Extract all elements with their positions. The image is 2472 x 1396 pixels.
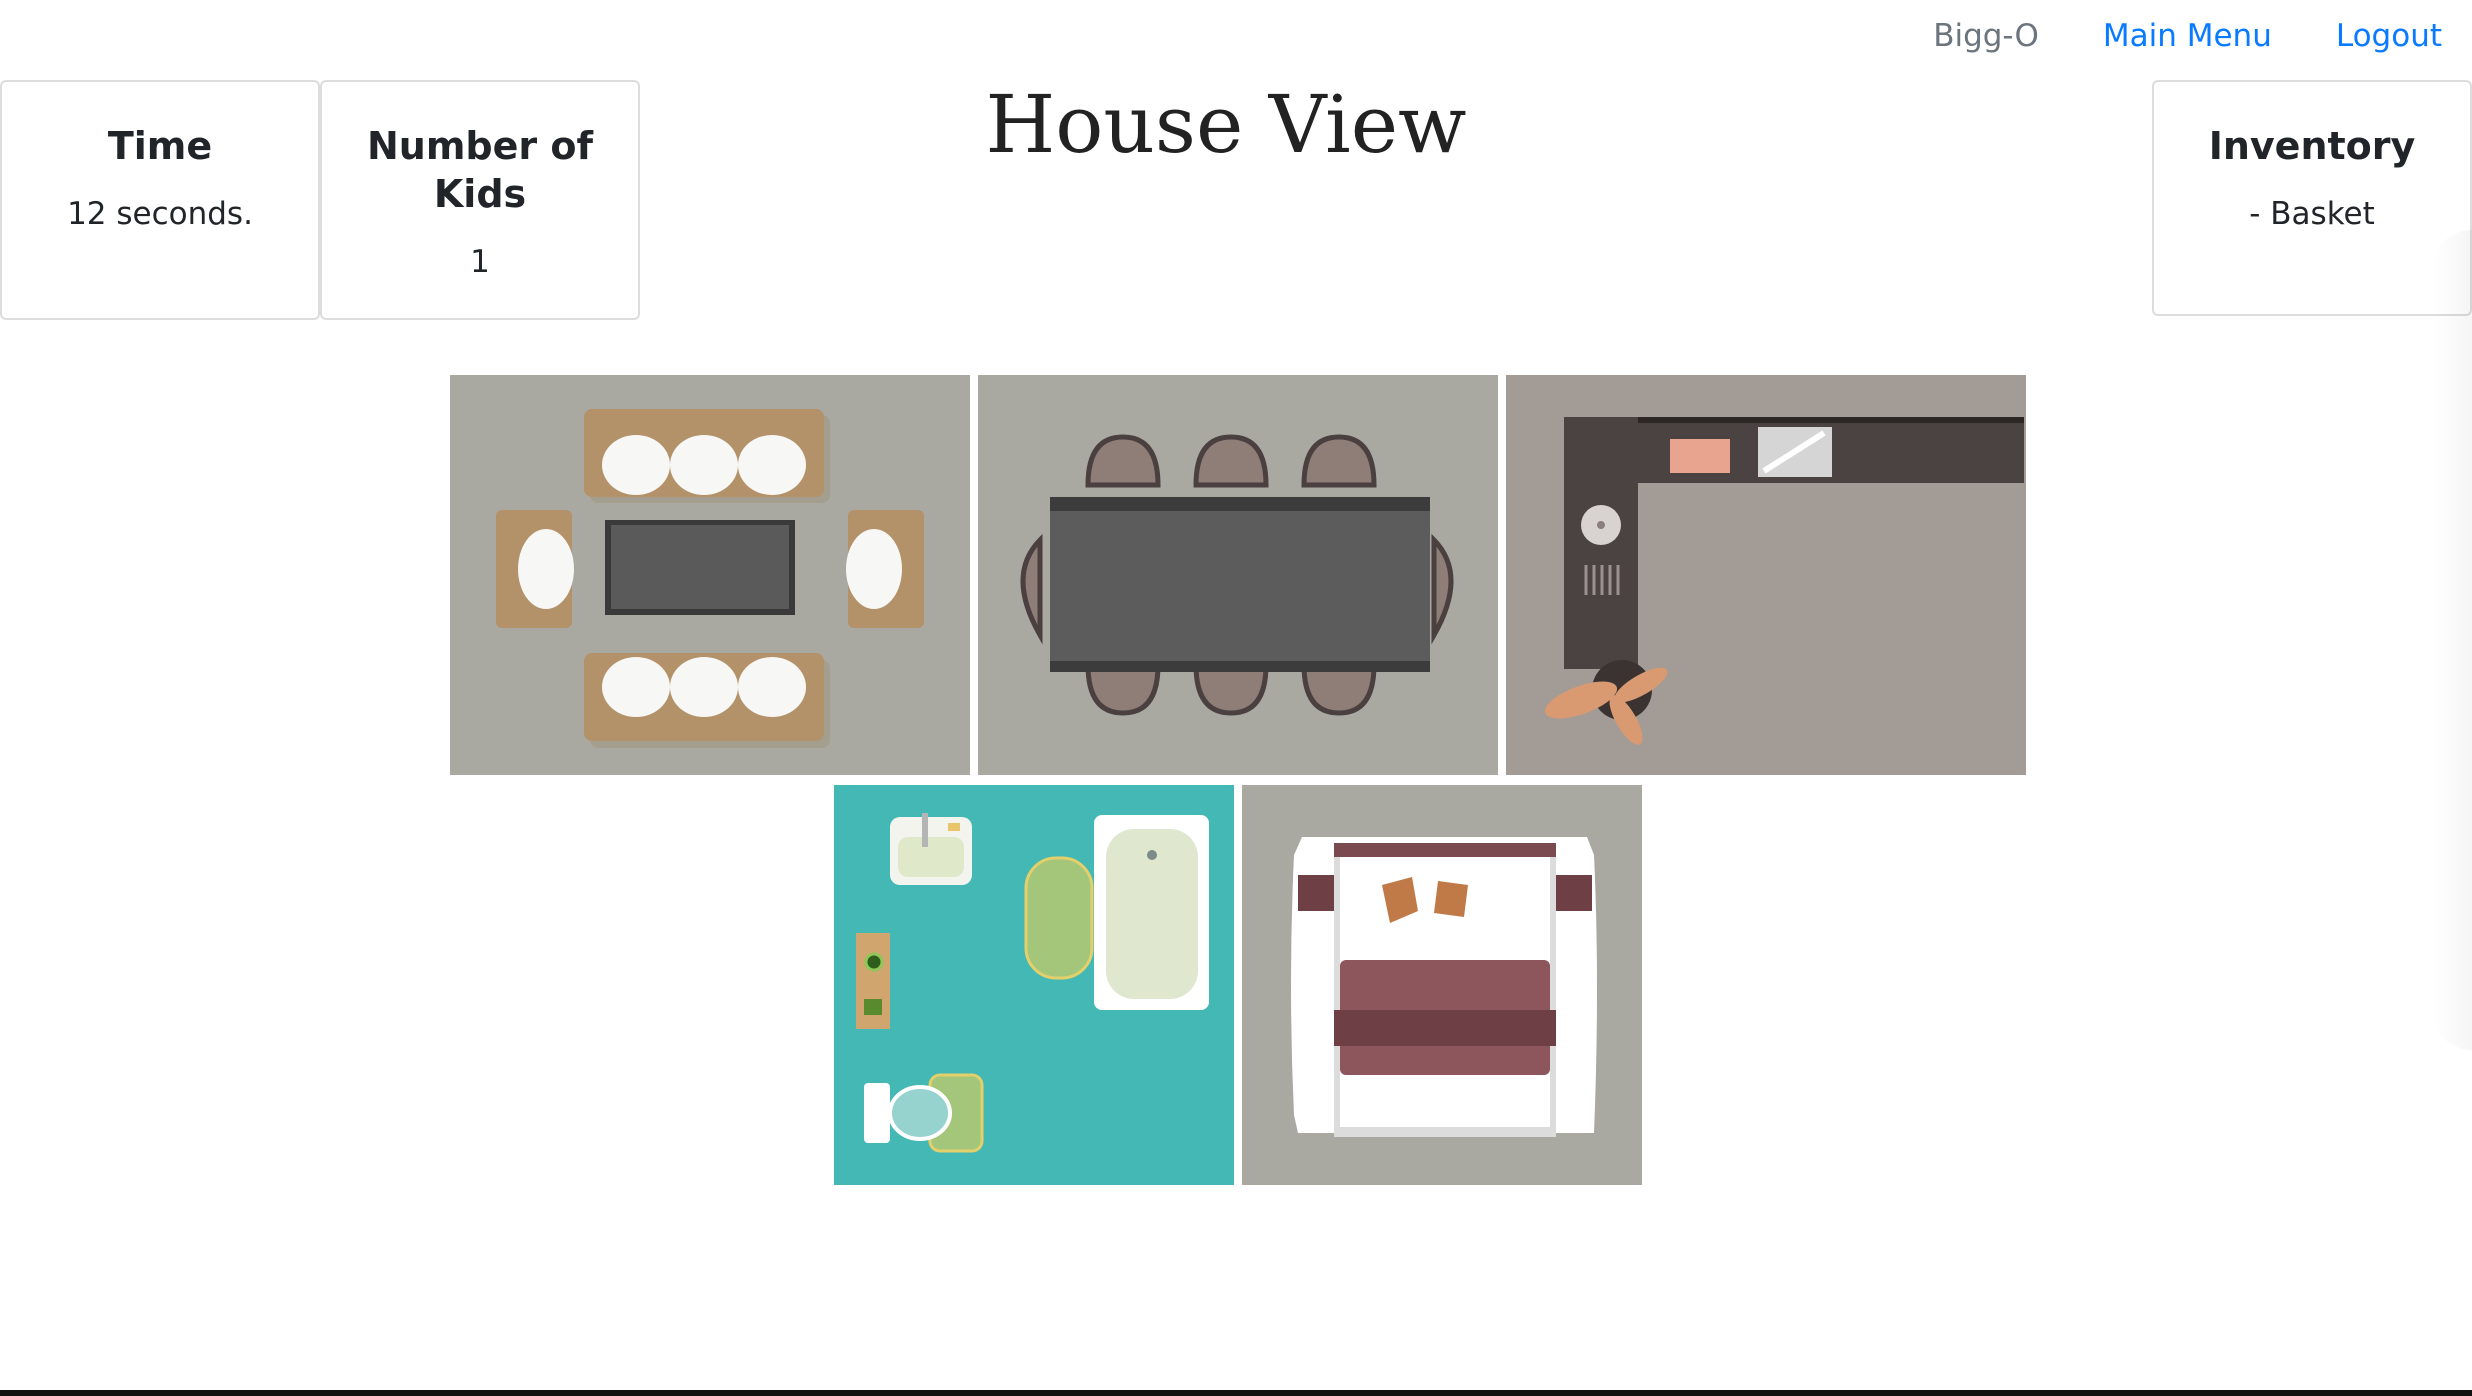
room-bathroom[interactable] bbox=[834, 785, 1234, 1185]
room-living-room[interactable] bbox=[450, 375, 970, 775]
inventory-card-title: Inventory bbox=[2208, 124, 2416, 168]
scrollbar-shadow bbox=[2432, 230, 2472, 1050]
inventory-item: - Basket bbox=[2249, 196, 2375, 232]
username-label: Bigg-O bbox=[1933, 18, 2039, 54]
window-bottom-edge bbox=[0, 1390, 2472, 1396]
page-title-text: House View bbox=[985, 78, 1467, 171]
logout-link[interactable]: Logout bbox=[2336, 18, 2442, 54]
room-bedroom[interactable] bbox=[1242, 785, 1642, 1185]
kitchen-floorplan-icon bbox=[1506, 375, 2026, 775]
top-nav: Bigg-O Main Menu Logout bbox=[1933, 18, 2442, 54]
time-card-value: 12 seconds. bbox=[67, 196, 253, 232]
bedroom-floorplan-icon bbox=[1242, 785, 1642, 1185]
inventory-card: Inventory - Basket bbox=[2152, 80, 2472, 316]
room-dining-room[interactable] bbox=[978, 375, 1498, 775]
dining-room-floorplan-icon bbox=[978, 375, 1498, 775]
living-room-floorplan-icon bbox=[450, 375, 970, 775]
page-title: House View bbox=[0, 78, 2452, 171]
bathroom-floorplan-icon bbox=[834, 785, 1234, 1185]
room-kitchen[interactable] bbox=[1506, 375, 2026, 775]
house-view-page: Bigg-O Main Menu Logout Time 12 seconds.… bbox=[0, 0, 2472, 1396]
main-menu-link[interactable]: Main Menu bbox=[2103, 18, 2272, 54]
kids-card-value: 1 bbox=[470, 244, 490, 280]
